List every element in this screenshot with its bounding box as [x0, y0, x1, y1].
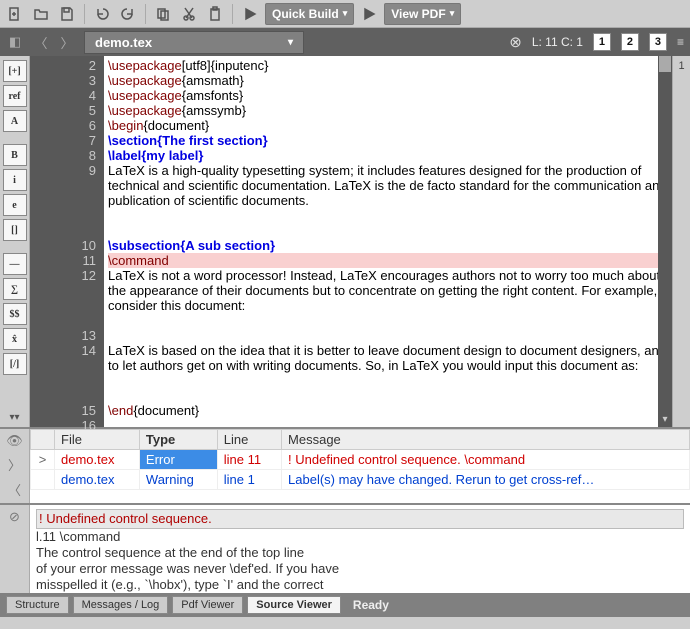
- font-icon[interactable]: A: [3, 110, 27, 132]
- close-icon[interactable]: ⊗: [509, 33, 522, 51]
- log-toolbar: ⊘: [0, 505, 30, 593]
- code-editor[interactable]: \usepackage[utf8]{inputenc} \usepackage{…: [104, 56, 672, 427]
- bookmark-number[interactable]: 1: [673, 60, 690, 72]
- editor-scrollbar[interactable]: ▴ ▾: [658, 56, 672, 427]
- run-icon[interactable]: [239, 3, 261, 25]
- view-pdf-label: View PDF: [391, 7, 445, 21]
- col-message[interactable]: Message: [282, 430, 690, 450]
- paste-icon[interactable]: [204, 3, 226, 25]
- separator: [84, 4, 85, 24]
- accent-icon[interactable]: x̂: [3, 328, 27, 350]
- line-number: 11: [30, 253, 96, 268]
- line-number: 5: [30, 103, 96, 118]
- message-row[interactable]: > demo.tex Error line 11 ! Undefined con…: [31, 450, 690, 470]
- log-output[interactable]: ! Undefined control sequence. l.11 \comm…: [30, 505, 690, 593]
- prev-icon[interactable]: 〈: [8, 480, 21, 499]
- line-number: 9: [30, 163, 96, 238]
- pane-1-button[interactable]: 1: [593, 33, 611, 51]
- log-line: l.11 \command: [36, 529, 684, 545]
- messages-header-row: File Type Line Message: [31, 430, 690, 450]
- insert-toolbar: [+] ref A B i e [] ― ∑ $$ x̂ [/] ▾▾: [0, 56, 30, 427]
- pane-2-button[interactable]: 2: [621, 33, 639, 51]
- main-toolbar: Quick Build ▾ View PDF ▾: [0, 0, 690, 28]
- nav-back-icon[interactable]: 〈: [32, 31, 50, 53]
- chevron-down-icon: ▾: [450, 8, 455, 19]
- bold-icon[interactable]: B: [3, 144, 27, 166]
- document-tabbar: ◧ 〈 〉 demo.tex ▾ ⊗ L: 11 C: 1 1 2 3 ≡: [0, 28, 690, 56]
- insert-part-icon[interactable]: [+]: [3, 60, 27, 82]
- tab-pdf-viewer[interactable]: Pdf Viewer: [172, 596, 243, 614]
- line-number: 6: [30, 118, 96, 133]
- tab-messages-log[interactable]: Messages / Log: [73, 596, 169, 614]
- quick-build-button[interactable]: Quick Build ▾: [265, 3, 354, 25]
- tab-structure[interactable]: Structure: [6, 596, 69, 614]
- list-icon[interactable]: ≡: [677, 35, 684, 49]
- status-text: Ready: [353, 598, 389, 612]
- status-bar: Structure Messages / Log Pdf Viewer Sour…: [0, 593, 690, 617]
- math-icon[interactable]: $$: [3, 303, 27, 325]
- next-icon[interactable]: 〉: [8, 455, 21, 474]
- sum-icon[interactable]: ∑: [3, 278, 27, 300]
- line-number: 4: [30, 88, 96, 103]
- toggle-sidebar-icon[interactable]: ◧: [6, 31, 24, 53]
- separator: [232, 4, 233, 24]
- messages-panel: 👁 〉 〈 File Type Line Message > demo.tex …: [0, 427, 690, 503]
- line-icon[interactable]: ―: [3, 253, 27, 275]
- clear-log-icon[interactable]: ⊘: [9, 509, 20, 525]
- line-number: 12: [30, 268, 96, 328]
- save-icon[interactable]: [56, 3, 78, 25]
- eye-icon[interactable]: 👁: [6, 433, 23, 449]
- col-file[interactable]: File: [55, 430, 140, 450]
- col-type[interactable]: Type: [139, 430, 217, 450]
- line-number: 14: [30, 343, 96, 403]
- scroll-down-icon[interactable]: ▾: [658, 412, 672, 427]
- cut-icon[interactable]: [178, 3, 200, 25]
- messages-toolbar: 👁 〉 〈: [0, 429, 30, 503]
- line-gutter: 2 3 4 5 6 7 8 9 10 11 12 13 14 15 16: [30, 56, 104, 427]
- collapse-icon[interactable]: ▾▾: [9, 412, 19, 423]
- line-number: 10: [30, 238, 96, 253]
- log-line: misspelled it (e.g., `\hobx'), type `I' …: [36, 577, 684, 593]
- chevron-down-icon: ▾: [288, 37, 293, 48]
- chevron-down-icon: ▾: [343, 8, 348, 19]
- undo-icon[interactable]: [91, 3, 113, 25]
- log-line: of your error message was never \def'ed.…: [36, 561, 684, 577]
- editor-area: [+] ref A B i e [] ― ∑ $$ x̂ [/] ▾▾ 2 3 …: [0, 56, 690, 427]
- open-file-icon[interactable]: [30, 3, 52, 25]
- message-row[interactable]: demo.tex Warning line 1 Label(s) may hav…: [31, 470, 690, 490]
- run-view-icon[interactable]: [358, 3, 380, 25]
- line-number: 2: [30, 58, 96, 73]
- log-error-line: ! Undefined control sequence.: [36, 509, 684, 529]
- tab-source-viewer[interactable]: Source Viewer: [247, 596, 341, 614]
- log-panel: ⊘ ! Undefined control sequence. l.11 \co…: [0, 503, 690, 593]
- messages-table: File Type Line Message > demo.tex Error …: [30, 429, 690, 503]
- italic-icon[interactable]: i: [3, 169, 27, 191]
- line-number: 3: [30, 73, 96, 88]
- separator: [145, 4, 146, 24]
- redo-icon[interactable]: [117, 3, 139, 25]
- insert-ref-icon[interactable]: ref: [3, 85, 27, 107]
- line-number: 13: [30, 328, 96, 343]
- pane-3-button[interactable]: 3: [649, 33, 667, 51]
- file-tab[interactable]: demo.tex ▾: [84, 31, 304, 54]
- copy-icon[interactable]: [152, 3, 174, 25]
- cursor-position: L: 11 C: 1: [532, 35, 583, 49]
- frac-icon[interactable]: [/]: [3, 353, 27, 375]
- rect-icon[interactable]: []: [3, 219, 27, 241]
- file-tab-label: demo.tex: [95, 35, 152, 50]
- new-file-icon[interactable]: [4, 3, 26, 25]
- line-number: 7: [30, 133, 96, 148]
- col-line[interactable]: Line: [217, 430, 281, 450]
- quick-build-label: Quick Build: [272, 7, 339, 21]
- view-pdf-button[interactable]: View PDF ▾: [384, 3, 461, 25]
- bookmark-strip: 1: [672, 56, 690, 427]
- log-line: The control sequence at the end of the t…: [36, 545, 684, 561]
- scroll-thumb[interactable]: [659, 56, 671, 72]
- nav-forward-icon[interactable]: 〉: [58, 31, 76, 53]
- line-number: 8: [30, 148, 96, 163]
- line-number: 15: [30, 403, 96, 418]
- emph-icon[interactable]: e: [3, 194, 27, 216]
